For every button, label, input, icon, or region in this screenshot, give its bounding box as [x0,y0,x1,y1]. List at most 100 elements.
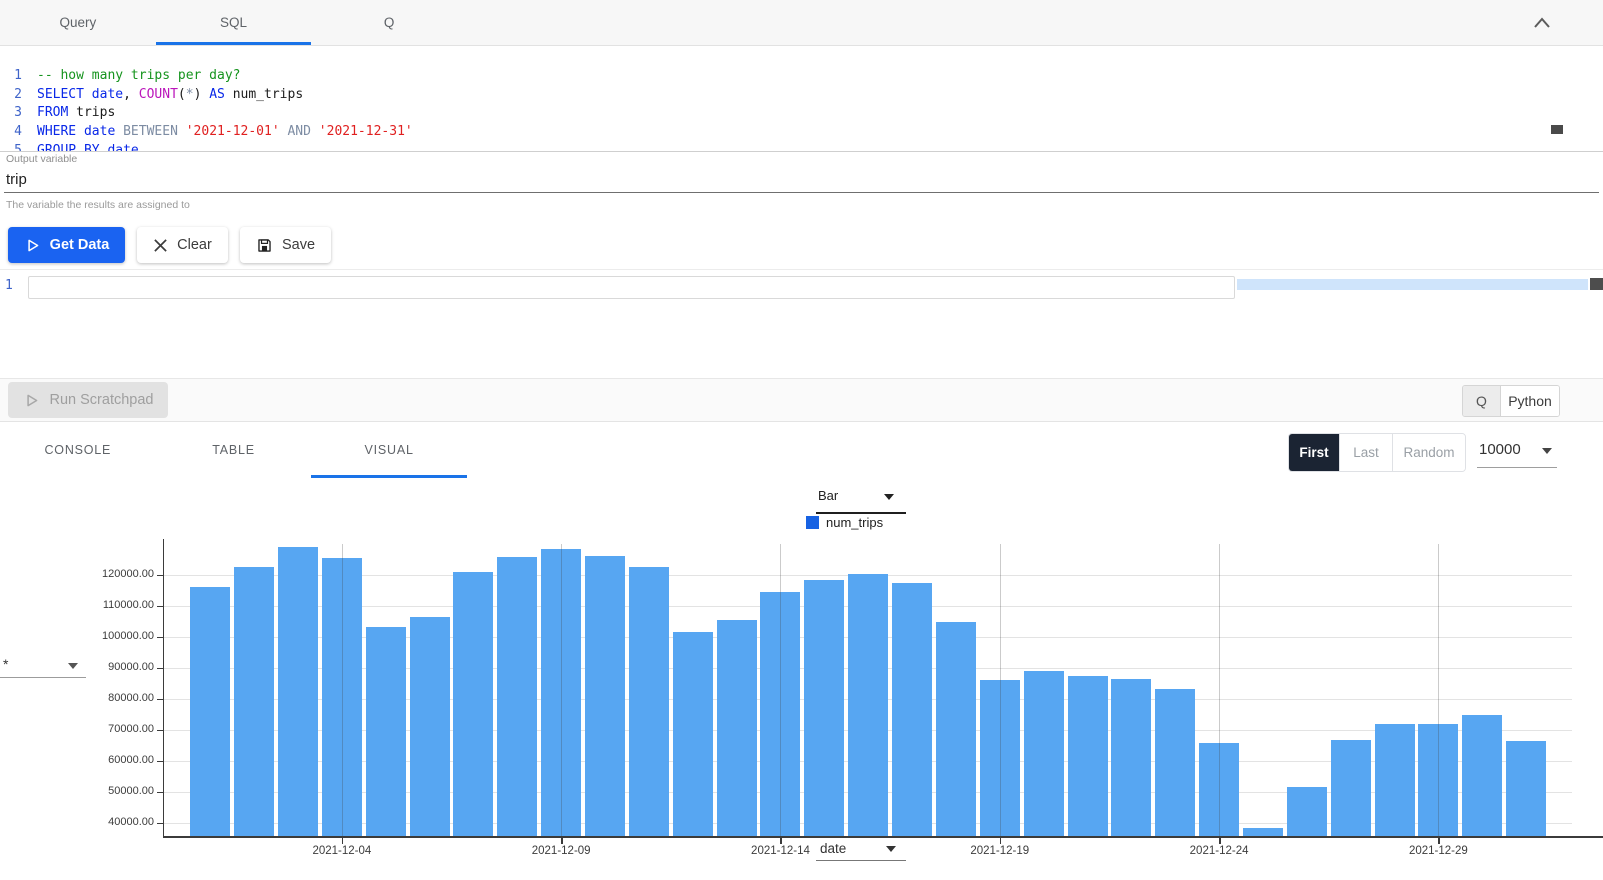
x-tick [561,838,563,844]
sampling-last-button[interactable]: Last [1339,434,1393,471]
y-tick-label: 100000.00 [102,630,154,643]
clear-button[interactable]: Clear [137,227,228,263]
x-tick [999,838,1002,844]
scratchpad-scrollbar-thumb[interactable] [1590,278,1603,290]
x-tick-label: 2021-12-09 [531,845,591,857]
bar [1111,678,1152,836]
bar [1242,828,1283,836]
active-tab-underline [155,42,312,45]
play-icon [28,239,39,251]
language-toggle-q[interactable]: Q [1463,386,1501,416]
language-toggle: Q Python [1462,385,1560,417]
python-label: Python [1508,393,1552,409]
code-line: 5 GROUP BY date [0,142,1603,152]
language-toggle-python[interactable]: Python [1501,386,1559,416]
sql-code-lines: 1 -- how many trips per day? 2 SELECT date,… [0,67,1603,152]
sampling-first-button[interactable]: First [1289,434,1339,471]
y-tick-label: 40000.00 [108,816,154,829]
line-number: 4 [14,124,22,140]
line-number: 3 [14,105,22,121]
collapse-panel-button[interactable] [1524,8,1560,38]
x-tick-label: 2021-12-04 [312,845,372,857]
y-tick-label: 110000.00 [102,599,154,612]
code-line: 1 -- how many trips per day? [0,67,1603,86]
tab-table[interactable]: TABLE [156,422,312,478]
x-tick [341,838,344,844]
chevron-down-icon [886,846,896,852]
chevron-up-icon [1534,17,1550,28]
bar [1330,739,1371,836]
tab-q[interactable]: Q [311,0,467,45]
x-axis-field-select[interactable]: date [816,840,906,861]
save-icon [258,238,271,252]
bar [1462,714,1503,836]
y-tick-label: 50000.00 [108,785,154,798]
output-variable-input[interactable] [4,168,1566,190]
bar [1374,723,1415,836]
tab-console-label: CONSOLE [44,443,112,457]
bar [935,622,976,836]
tab-visual[interactable]: VISUAL [311,422,467,478]
line-number: 2 [14,86,22,102]
bar [892,583,933,836]
tab-sql-label: SQL [220,15,248,30]
tab-query[interactable]: Query [0,0,156,45]
editor-scrollbar-thumb[interactable] [1551,125,1563,134]
get-data-button[interactable]: Get Data [8,227,125,263]
tab-visual-label: VISUAL [364,443,414,457]
run-toolbar: Run Scratchpad Q Python [0,378,1603,422]
random-label: Random [1403,445,1455,460]
sampling-mode-group: First Last Random [1288,433,1466,472]
run-scratchpad-button[interactable]: Run Scratchpad [8,382,168,418]
play-icon [26,394,37,406]
x-gridline [341,544,343,836]
x-gridline [1438,544,1440,836]
bar [1506,740,1547,836]
bar [278,547,319,836]
x-gridline [561,544,563,836]
save-button[interactable]: Save [240,227,331,263]
tab-q-label: Q [383,15,395,30]
output-variable-helper: The variable the results are assigned to [6,199,190,211]
bar [672,632,713,836]
x-tick-label: 2021-12-19 [970,845,1030,857]
code-line: 3 FROM trips [0,104,1603,123]
sampling-random-button[interactable]: Random [1393,434,1465,471]
bar [365,627,406,836]
sql-code-editor[interactable]: 1 -- how many trips per day? 2 SELECT date,… [0,46,1603,152]
line-number: 5 [14,142,22,152]
bar [716,620,757,836]
x-tick [780,838,782,844]
scratchpad-input[interactable] [28,276,1235,299]
x-tick-label: 2021-12-24 [1189,845,1249,857]
tab-query-label: Query [59,15,97,30]
save-label: Save [281,237,316,253]
tab-table-label: TABLE [212,443,255,457]
code-line: 4 WHERE date BETWEEN '2021-12-01' AND '20… [0,123,1603,142]
bar [1155,689,1196,836]
bar-chart-plot: 40000.00 50000.00 60000.00 70000.00 80000.00… [0,478,1603,880]
get-data-label: Get Data [49,237,110,253]
output-variable-label: Output variable [6,153,78,165]
q-label: Q [1476,393,1487,409]
clear-label: Clear [177,237,212,253]
tab-console[interactable]: CONSOLE [0,422,156,478]
bar [585,555,626,836]
results-tab-bar: CONSOLE TABLE VISUAL First Last Random 1… [0,421,1603,479]
y-tick-label: 90000.00 [108,661,154,674]
bar [497,556,538,836]
code-line: 2 SELECT date, COUNT(*) AS num_trips [0,86,1603,105]
bar [1067,675,1108,836]
row-limit-select[interactable]: 10000 [1477,435,1557,468]
row-limit-value: 10000 [1479,441,1521,458]
y-tick-label: 80000.00 [108,692,154,705]
close-icon [154,238,167,252]
query-tab-bar: Query SQL Q [0,0,1603,46]
x-tick-label: 2021-12-14 [751,845,810,857]
bar [190,587,231,836]
y-tick-label: 70000.00 [108,723,154,736]
first-label: First [1299,445,1329,460]
tab-sql[interactable]: SQL [156,0,312,45]
x-tick [1219,838,1221,844]
x-axis-line [163,836,1603,838]
